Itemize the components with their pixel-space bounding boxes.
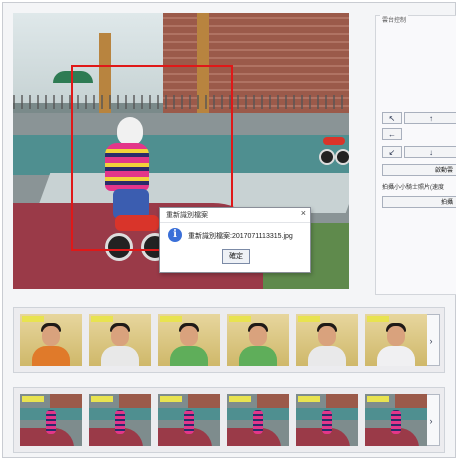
- timestamp-tag: [22, 396, 44, 402]
- face-thumbnail[interactable]: [227, 314, 289, 366]
- pan-down-left-button[interactable]: ↙: [382, 146, 402, 158]
- pan-up-button[interactable]: ↑: [404, 112, 456, 124]
- start-camera-button[interactable]: 啟動雲: [382, 164, 456, 176]
- panel-title: 雲台控制: [380, 15, 409, 24]
- thumb-shirt: [170, 346, 208, 366]
- close-icon[interactable]: ×: [301, 208, 306, 218]
- bike-frame: [115, 215, 159, 231]
- frame-thumbnail-strip: ›: [13, 387, 445, 453]
- thumb-shirt: [377, 346, 415, 366]
- rider-helmet: [117, 117, 143, 145]
- timestamp-tag: [367, 316, 389, 322]
- frame-thumbnail[interactable]: [20, 394, 82, 446]
- scene-fence: [13, 95, 349, 109]
- bike-wheel: [105, 233, 133, 261]
- timestamp-tag: [91, 316, 113, 322]
- bike-wheel: [335, 149, 349, 165]
- timestamp-tag: [160, 396, 182, 402]
- thumb-brick: [119, 394, 151, 408]
- background-rider: [319, 129, 349, 169]
- face-thumbnail-strip: ›: [13, 307, 445, 373]
- dialog-message: 重新識別檔案:2017071113315.jpg: [188, 233, 293, 240]
- frame-thumbnail[interactable]: [158, 394, 220, 446]
- bike-frame: [323, 137, 345, 145]
- timestamp-tag: [229, 316, 251, 322]
- capture-button[interactable]: 拍攝: [382, 196, 456, 208]
- face-thumbnail[interactable]: [365, 314, 427, 366]
- thumb-face: [42, 326, 60, 346]
- pan-left-button[interactable]: ←: [382, 128, 402, 140]
- app-window: 重新識別檔案 × i 重新識別檔案:2017071113315.jpg 確定 雲…: [2, 2, 456, 458]
- thumb-shirt: [239, 346, 277, 366]
- video-preview: 重新識別檔案 × i 重新識別檔案:2017071113315.jpg 確定: [13, 13, 349, 289]
- face-thumbnail[interactable]: [296, 314, 358, 366]
- bike-wheel: [319, 149, 335, 165]
- thumb-rider: [253, 410, 263, 434]
- thumb-rider: [46, 410, 56, 434]
- pan-down-button[interactable]: ↓: [404, 146, 456, 158]
- thumb-shirt: [32, 346, 70, 366]
- info-dialog: 重新識別檔案 × i 重新識別檔案:2017071113315.jpg 確定: [159, 207, 311, 273]
- timestamp-tag: [367, 396, 389, 402]
- thumb-shirt: [308, 346, 346, 366]
- timestamp-tag: [298, 316, 320, 322]
- frame-thumbnail[interactable]: [227, 394, 289, 446]
- frame-thumbnail[interactable]: [296, 394, 358, 446]
- timestamp-tag: [298, 396, 320, 402]
- balance-bike: [105, 209, 169, 261]
- frame-thumbnail[interactable]: [365, 394, 427, 446]
- thumb-brick: [395, 394, 427, 408]
- pan-up-left-button[interactable]: ↖: [382, 112, 402, 124]
- timestamp-tag: [91, 396, 113, 402]
- scene-umbrella: [53, 71, 93, 83]
- face-thumbnail[interactable]: [20, 314, 82, 366]
- thumb-face: [249, 326, 267, 346]
- thumb-rider: [184, 410, 194, 434]
- timestamp-tag: [229, 396, 251, 402]
- info-icon: i: [168, 228, 182, 242]
- timestamp-tag: [160, 316, 182, 322]
- face-thumbnail[interactable]: [89, 314, 151, 366]
- thumb-face: [180, 326, 198, 346]
- thumb-rider: [115, 410, 125, 434]
- dialog-title: 重新識別檔案: [166, 212, 208, 219]
- thumb-rider: [322, 410, 332, 434]
- ptz-control-panel: 雲台控制 ↖ ↑ ← ↙ ↓ 啟動雲 拍攝小小騎士照片(速度 拍攝: [375, 15, 456, 295]
- thumb-face: [111, 326, 129, 346]
- timestamp-tag: [22, 316, 44, 322]
- dialog-titlebar: 重新識別檔案 ×: [160, 208, 310, 223]
- thumb-rider: [391, 410, 401, 434]
- thumb-shirt: [101, 346, 139, 366]
- frame-thumbnail[interactable]: [89, 394, 151, 446]
- thumb-brick: [50, 394, 82, 408]
- rider-body: [105, 143, 149, 191]
- thumb-face: [318, 326, 336, 346]
- face-thumbnail[interactable]: [158, 314, 220, 366]
- scene-teal-wall: [13, 135, 349, 175]
- thumb-brick: [257, 394, 289, 408]
- thumb-face: [387, 326, 405, 346]
- ok-button[interactable]: 確定: [222, 249, 250, 264]
- thumb-brick: [326, 394, 358, 408]
- thumb-brick: [188, 394, 220, 408]
- capture-label: 拍攝小小騎士照片(速度: [382, 185, 444, 191]
